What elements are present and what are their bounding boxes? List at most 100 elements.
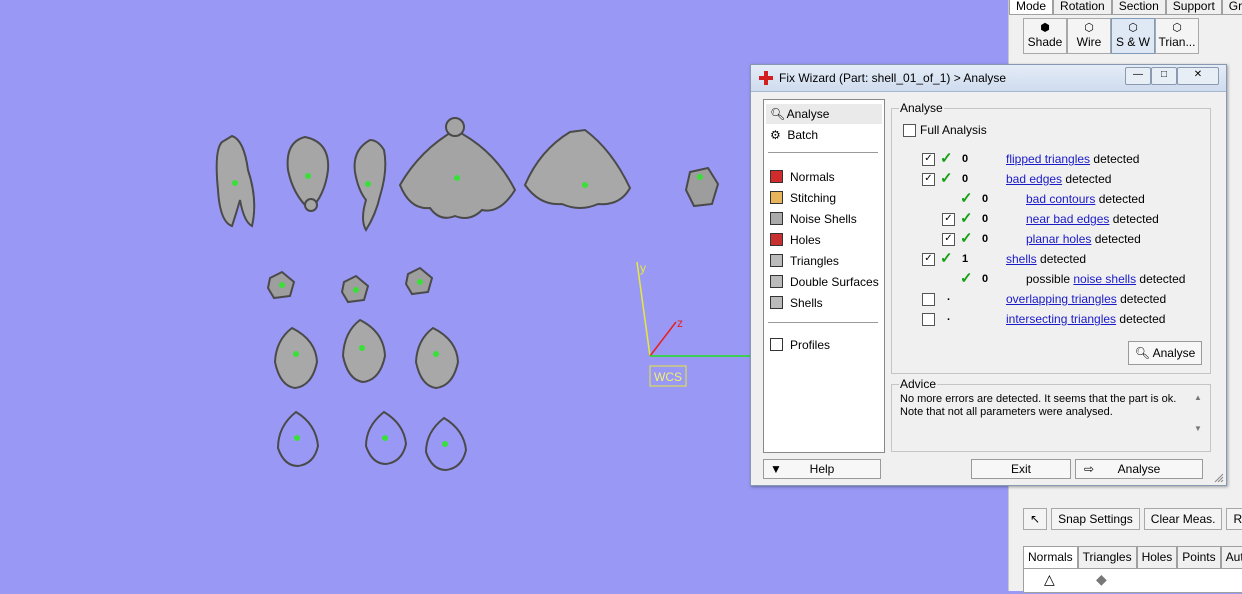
check-icon: ✓ [940,170,953,187]
check-icon: ✓ [960,270,973,287]
check-icon: ✓ [940,150,953,167]
planar-holes-count: 0 [982,233,989,245]
overlapping-checkbox[interactable] [922,293,935,306]
help-button[interactable]: ▼ Help [763,459,881,479]
step-holes[interactable]: Holes [770,230,821,250]
step-normals[interactable]: Normals [770,167,835,187]
step-noise-shells[interactable]: Noise Shells [770,209,857,229]
axis-y-label: y [640,261,646,275]
part-open-fan [523,128,632,209]
step-profiles[interactable]: Profiles [770,335,830,355]
noise-shells-link[interactable]: noise shells [1073,272,1136,286]
triangles-icon [770,254,783,267]
intersecting-triangles-link[interactable]: intersecting triangles [1006,312,1116,326]
part-earring-1 [273,326,319,390]
step-stitching[interactable]: Stitching [770,188,836,208]
row-suffix: detected [1112,212,1159,226]
advice-scrollbar[interactable]: ▲ ▼ [1192,393,1204,439]
clear-measurements-button[interactable]: Clear Meas. [1143,508,1223,530]
tab-points[interactable]: Points [1177,546,1221,569]
tab-normals[interactable]: Normals [1023,546,1078,569]
part-fan-pendant [398,128,517,219]
pointer-button[interactable]: ↖ [1023,508,1048,530]
mode-tabs: Mode Rotation Section Support Grid [1009,0,1242,15]
batch-icon: ⚙ [770,128,781,142]
step-triangles[interactable]: Triangles [770,251,839,271]
flip-normal-icon[interactable]: △ [1044,571,1055,588]
resize-grip-icon[interactable] [1214,473,1224,483]
row-suffix: detected [1119,312,1166,326]
wizard-step-list: 🔍︎ Analyse ⚙ Batch Normals Stitching Noi… [763,99,885,453]
part-earring-2 [341,318,387,384]
analyse-button[interactable]: 🔍︎ Analyse [1128,341,1202,365]
fix-wizard-dialog: Fix Wizard (Part: shell_01_of_1) > Analy… [750,64,1227,486]
report-button[interactable]: Repo [1226,508,1242,530]
flipped-checkbox[interactable]: ✓ [922,153,935,166]
tab-holes[interactable]: Holes [1136,546,1178,569]
maximize-button[interactable]: □ [1151,67,1177,85]
magnifier-icon: 🔍︎ [770,107,786,121]
dialog-footer: ▼ Help Exit ⇨ Analyse [763,459,1217,479]
shells-link[interactable]: shells [1006,252,1037,266]
bad-contours-count: 0 [982,193,989,205]
bad-edges-link[interactable]: bad edges [1006,172,1062,186]
tab-triangles[interactable]: Triangles [1077,546,1137,569]
step-shells[interactable]: Shells [770,293,823,313]
tab-support[interactable]: Support [1165,0,1222,15]
tab-rotation[interactable]: Rotation [1053,0,1112,15]
bad-edges-count: 0 [962,173,969,185]
tab-auto[interactable]: Auto [1220,546,1242,569]
tab-grid[interactable]: Grid [1221,0,1242,15]
shade-icon: ⬢ [1040,22,1050,34]
fix-wizard-icon [759,71,773,85]
step-double-surfaces[interactable]: Double Surfaces [770,272,879,292]
analyse-next-button[interactable]: ⇨ Analyse [1075,459,1203,479]
maximize-icon: □ [1160,69,1168,80]
shells-icon [770,296,783,309]
overlapping-triangles-link[interactable]: overlapping triangles [1006,292,1117,306]
shells-count: 1 [962,253,969,265]
planar-holes-checkbox[interactable]: ✓ [942,233,955,246]
scroll-down-icon[interactable]: ▼ [1192,424,1204,433]
shade-wire-button[interactable]: ⬡ S & W [1111,18,1155,54]
near-bad-edges-link[interactable]: near bad edges [1026,212,1109,226]
shade-button[interactable]: ⬢ Shade [1023,18,1067,54]
flipped-triangles-link[interactable]: flipped triangles [1006,152,1090,166]
snap-settings-button[interactable]: Snap Settings [1051,508,1140,530]
list-separator [768,322,878,323]
scroll-up-icon[interactable]: ▲ [1192,393,1204,402]
triangles-mode-button[interactable]: ⬡ Trian... [1155,18,1199,54]
exit-button[interactable]: Exit [971,459,1071,479]
bad-contours-link[interactable]: bad contours [1026,192,1095,206]
close-icon: ✕ [1193,69,1203,80]
dialog-titlebar[interactable]: Fix Wizard (Part: shell_01_of_1) > Analy… [751,65,1226,92]
part-earring-3 [414,326,460,390]
tab-mode[interactable]: Mode [1009,0,1054,15]
step-analyse[interactable]: 🔍︎ Analyse [766,104,882,124]
row-suffix: detected [1093,152,1140,166]
step-batch[interactable]: ⚙ Batch [770,125,818,145]
planar-holes-link[interactable]: planar holes [1026,232,1091,246]
measure-toolbar: ↖ Snap Settings Clear Meas. Repo [1023,508,1242,530]
dialog-title: Fix Wizard (Part: shell_01_of_1) > Analy… [779,71,1007,85]
minimize-button[interactable]: — [1125,67,1151,85]
tab-section[interactable]: Section [1111,0,1166,15]
full-analysis-checkbox[interactable] [903,124,916,137]
wire-button[interactable]: ⬡ Wire [1067,18,1111,54]
close-button[interactable]: ✕ [1177,67,1219,85]
unify-normals-icon[interactable]: ◆ [1096,571,1107,588]
row-suffix: detected [1139,272,1186,286]
full-analysis-label: Full Analysis [920,123,987,137]
minimize-icon: — [1133,69,1143,80]
near-bad-edges-count: 0 [982,213,989,225]
advice-text: No more errors are detected. It seems th… [900,393,1177,418]
noise-shells-icon [770,212,783,225]
check-icon: ✓ [940,250,953,267]
holes-icon [770,233,783,246]
axis-z [649,321,677,357]
intersecting-checkbox[interactable] [922,313,935,326]
near-bad-edges-checkbox[interactable]: ✓ [942,213,955,226]
bad-edges-checkbox[interactable]: ✓ [922,173,935,186]
shells-checkbox[interactable]: ✓ [922,253,935,266]
flipped-count: 0 [962,153,969,165]
